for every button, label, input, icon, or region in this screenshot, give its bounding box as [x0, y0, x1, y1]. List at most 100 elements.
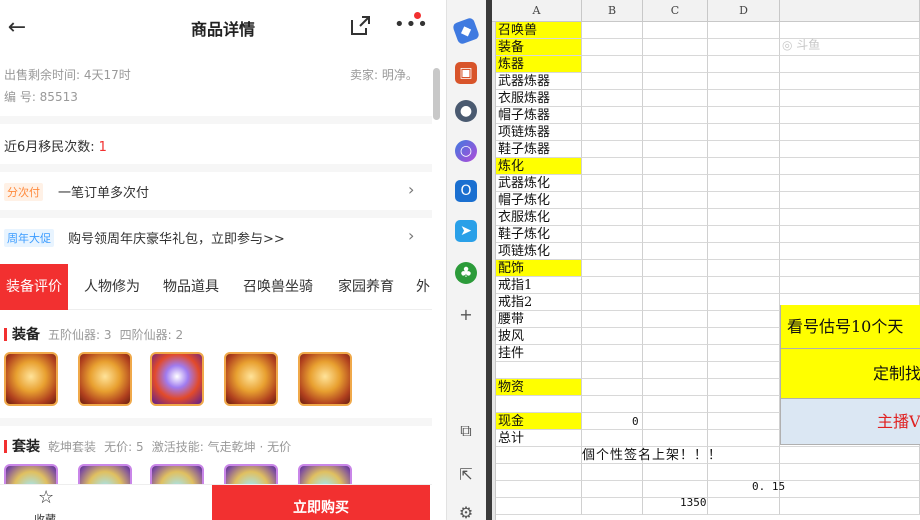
equipment-item[interactable] — [224, 352, 278, 406]
equipment-item[interactable] — [78, 352, 132, 406]
grid-cell[interactable] — [708, 498, 780, 515]
cell-row-label[interactable]: 炼器 — [496, 56, 582, 73]
grid-cell[interactable] — [582, 73, 643, 90]
grid-cell[interactable] — [780, 260, 920, 277]
tag-icon[interactable]: ◆ — [451, 16, 481, 46]
grid-cell[interactable] — [643, 464, 708, 481]
grid-cell[interactable] — [780, 209, 920, 226]
grid-cell[interactable] — [708, 328, 780, 345]
grid-cell[interactable] — [582, 481, 643, 498]
column-header-a[interactable]: A — [492, 0, 582, 22]
cell-row-label[interactable]: 武器炼化 — [496, 175, 582, 192]
cell-row-label[interactable]: 项链炼器 — [496, 124, 582, 141]
grid-cell[interactable] — [708, 22, 780, 39]
grid-cell[interactable] — [708, 124, 780, 141]
grid-cell[interactable] — [643, 39, 708, 56]
grid-cell[interactable] — [708, 175, 780, 192]
grid-cell[interactable] — [582, 260, 643, 277]
grid-cell[interactable] — [708, 311, 780, 328]
grid-cell[interactable] — [643, 311, 708, 328]
star-icon[interactable]: ☆ — [38, 487, 54, 508]
grid-cell[interactable] — [708, 260, 780, 277]
cell-value-d[interactable]: 0. 15 — [752, 480, 785, 493]
grid-cell[interactable] — [582, 328, 643, 345]
cell-row-label[interactable]: 帽子炼器 — [496, 107, 582, 124]
grid-cell[interactable] — [708, 345, 780, 362]
briefcase-icon[interactable]: ▣ — [455, 62, 477, 84]
grid-cell[interactable] — [582, 175, 643, 192]
cell-row-label[interactable] — [496, 362, 582, 379]
merged-cell-custom[interactable]: 定制找 — [780, 349, 920, 399]
open-external-icon[interactable]: ⇱ — [455, 464, 477, 486]
merged-cell-streamer[interactable]: 主播V — [780, 399, 920, 445]
grid-cell[interactable] — [780, 498, 920, 515]
column-header-b[interactable]: B — [582, 0, 643, 22]
equipment-item[interactable] — [298, 352, 352, 406]
grid-cell[interactable] — [780, 107, 920, 124]
grid-cell[interactable] — [780, 243, 920, 260]
share-icon[interactable] — [348, 14, 372, 38]
tab-pets[interactable]: 召唤兽坐骑 — [243, 264, 313, 310]
grid-cell[interactable] — [780, 277, 920, 294]
grid-cell[interactable] — [643, 56, 708, 73]
grid-cell[interactable] — [708, 362, 780, 379]
grid-cell[interactable] — [708, 243, 780, 260]
scrollbar[interactable] — [433, 68, 440, 120]
grid-cell[interactable] — [496, 481, 582, 498]
grid-cell[interactable] — [643, 413, 708, 430]
grid-cell[interactable] — [708, 192, 780, 209]
grid-cell[interactable] — [582, 158, 643, 175]
total-value[interactable]: 0 — [632, 415, 639, 428]
cell-row-label[interactable]: 腰带 — [496, 311, 582, 328]
tab-more[interactable]: 外 — [416, 264, 430, 310]
installment-row[interactable]: 分次付 一笔订单多次付 › — [0, 172, 432, 212]
grid-cell[interactable] — [708, 73, 780, 90]
merged-cell-appraisal[interactable]: 看号估号10个天 — [780, 305, 920, 349]
cell-row-label[interactable]: 戒指2 — [496, 294, 582, 311]
tab-home[interactable]: 家园养育 — [338, 264, 394, 310]
grid-cell[interactable] — [780, 158, 920, 175]
grid-cell[interactable] — [780, 226, 920, 243]
favorite-label[interactable]: 收藏 — [34, 511, 56, 520]
column-header-e[interactable] — [780, 0, 920, 22]
equipment-item[interactable] — [150, 352, 204, 406]
grid-cell[interactable] — [496, 464, 582, 481]
grid-cell[interactable] — [643, 124, 708, 141]
grid-cell[interactable] — [780, 447, 920, 464]
settings-icon[interactable]: ⚙ — [455, 502, 477, 520]
grid-cell[interactable] — [643, 141, 708, 158]
grid-cell[interactable] — [643, 192, 708, 209]
grid-cell[interactable] — [582, 56, 643, 73]
copilot-icon[interactable]: ○ — [455, 140, 477, 162]
grid-cell[interactable] — [496, 498, 582, 515]
grid-cell[interactable] — [582, 345, 643, 362]
grid-cell[interactable] — [708, 464, 780, 481]
tree-icon[interactable]: ♣ — [455, 262, 477, 284]
grid-cell[interactable] — [780, 73, 920, 90]
grid-cell[interactable] — [708, 226, 780, 243]
tab-character[interactable]: 人物修为 — [84, 264, 140, 310]
cell-row-label[interactable]: 炼化 — [496, 158, 582, 175]
cell-row-label[interactable]: 项链炼化 — [496, 243, 582, 260]
cell-value-c[interactable]: 1350 — [680, 496, 707, 509]
grid-cell[interactable] — [708, 90, 780, 107]
equipment-item[interactable] — [4, 352, 58, 406]
grid-cell[interactable] — [708, 141, 780, 158]
cell-row-label[interactable]: 物资 — [496, 379, 582, 396]
grid-cell[interactable] — [780, 90, 920, 107]
grid-cell[interactable] — [708, 209, 780, 226]
grid-cell[interactable] — [582, 294, 643, 311]
cell-row-label[interactable]: 现金 — [496, 413, 582, 430]
grid-cell[interactable] — [708, 158, 780, 175]
grid-cell[interactable] — [643, 277, 708, 294]
grid-cell[interactable] — [708, 277, 780, 294]
cell-row-label[interactable] — [496, 396, 582, 413]
grid-cell[interactable] — [780, 464, 920, 481]
cell-row-label[interactable]: 披风 — [496, 328, 582, 345]
grid-cell[interactable] — [643, 175, 708, 192]
grid-cell[interactable] — [780, 141, 920, 158]
cell-row-label[interactable]: 帽子炼化 — [496, 192, 582, 209]
grid-cell[interactable] — [780, 192, 920, 209]
grid-cell[interactable] — [643, 379, 708, 396]
grid-cell[interactable] — [582, 464, 643, 481]
